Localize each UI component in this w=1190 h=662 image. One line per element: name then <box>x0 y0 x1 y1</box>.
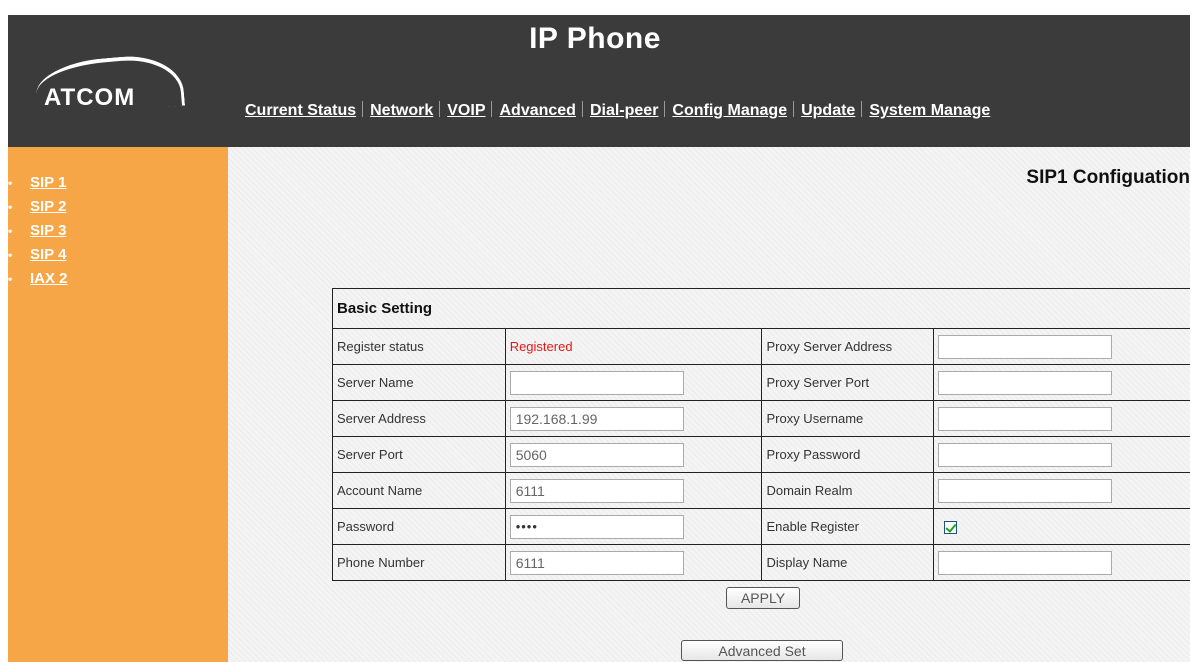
phone-number-label: Phone Number <box>332 544 506 581</box>
server-name-cell <box>504 364 763 401</box>
advanced-set-button[interactable]: Advanced Set <box>681 640 843 661</box>
proxy-server-address-label: Proxy Server Address <box>761 328 935 365</box>
nav-current-status[interactable]: Current Status <box>245 102 356 119</box>
bullet-icon: • <box>8 176 13 190</box>
server-address-label: Server Address <box>332 400 506 437</box>
nav-separator <box>439 101 441 117</box>
top-nav: Current Status Network VOIP Advanced Dial-pe… <box>245 101 990 125</box>
proxy-password-label: Proxy Password <box>761 436 935 473</box>
sidebar-link-sip4[interactable]: SIP 4 <box>30 246 66 263</box>
proxy-server-port-label: Proxy Server Port <box>761 364 935 401</box>
sidebar-item-sip1: • SIP 1 <box>8 171 68 195</box>
nav-separator <box>362 101 364 117</box>
nav-update[interactable]: Update <box>801 102 855 119</box>
display-name-label: Display Name <box>761 544 935 581</box>
bullet-icon: • <box>8 248 13 262</box>
phone-number-cell <box>504 544 763 581</box>
atcom-logo: ATCOM <box>33 51 186 124</box>
password-label: Password <box>332 508 506 545</box>
page-title: IP Phone <box>529 22 661 55</box>
enable-register-cell <box>933 508 1190 545</box>
nav-separator <box>793 101 795 117</box>
nav-network[interactable]: Network <box>370 102 433 119</box>
nav-voip[interactable]: VOIP <box>447 102 485 119</box>
proxy-server-address-input[interactable] <box>938 334 1113 359</box>
server-address-cell <box>504 400 763 437</box>
proxy-server-address-cell <box>933 328 1190 365</box>
proxy-password-input[interactable] <box>938 442 1113 467</box>
domain-realm-label: Domain Realm <box>761 472 935 509</box>
sidebar-link-sip3[interactable]: SIP 3 <box>30 222 66 239</box>
sidebar-link-sip2[interactable]: SIP 2 <box>30 198 66 215</box>
basic-setting-title: Basic Setting <box>332 288 1190 329</box>
nav-separator <box>861 101 863 117</box>
account-name-input[interactable] <box>509 478 684 503</box>
nav-separator <box>491 101 493 117</box>
phone-number-input[interactable] <box>509 550 684 575</box>
server-name-label: Server Name <box>332 364 506 401</box>
password-input[interactable] <box>509 514 684 539</box>
server-port-label: Server Port <box>332 436 506 473</box>
logo-text: ATCOM <box>44 84 136 111</box>
sidebar-link-iax2[interactable]: IAX 2 <box>30 270 68 287</box>
sidebar-item-iax2: • IAX 2 <box>8 267 68 291</box>
server-port-cell <box>504 436 763 473</box>
register-status-value: Registered <box>504 328 763 365</box>
nav-separator <box>664 101 666 117</box>
sidebar-item-sip2: • SIP 2 <box>8 195 68 219</box>
apply-button[interactable]: APPLY <box>726 587 800 609</box>
sidebar-item-sip3: • SIP 3 <box>8 219 68 243</box>
bullet-icon: • <box>8 200 13 214</box>
display-name-cell <box>933 544 1190 581</box>
proxy-server-port-cell <box>933 364 1190 401</box>
enable-register-checkbox[interactable] <box>944 521 958 535</box>
nav-separator <box>581 101 583 117</box>
display-name-input[interactable] <box>938 550 1113 575</box>
section-heading: SIP1 Configuation <box>1026 167 1190 188</box>
password-cell <box>504 508 763 545</box>
server-port-input[interactable] <box>509 442 684 467</box>
nav-config-manage[interactable]: Config Manage <box>672 102 787 119</box>
enable-register-label: Enable Register <box>761 508 935 545</box>
proxy-username-label: Proxy Username <box>761 400 935 437</box>
proxy-username-input[interactable] <box>938 406 1113 431</box>
proxy-password-cell <box>933 436 1190 473</box>
sidebar-link-sip1[interactable]: SIP 1 <box>30 174 66 191</box>
domain-realm-cell <box>933 472 1190 509</box>
domain-realm-input[interactable] <box>938 478 1113 503</box>
basic-setting-table: Basic Setting Register status Registered… <box>332 288 1190 581</box>
sidebar-list: • SIP 1 • SIP 2 • SIP 3 • SIP 4 • IAX 2 <box>8 171 68 291</box>
nav-dial-peer[interactable]: Dial-peer <box>590 102 658 119</box>
account-name-label: Account Name <box>332 472 506 509</box>
account-name-cell <box>504 472 763 509</box>
main-content: SIP1 Configuation Basic Setting Register… <box>228 147 1190 662</box>
proxy-username-cell <box>933 400 1190 437</box>
server-name-input[interactable] <box>509 370 684 395</box>
sidebar-item-sip4: • SIP 4 <box>8 243 68 267</box>
register-status-label: Register status <box>332 328 506 365</box>
nav-advanced[interactable]: Advanced <box>499 102 575 119</box>
nav-system-manage[interactable]: System Manage <box>869 102 990 119</box>
server-address-input[interactable] <box>509 406 684 431</box>
bullet-icon: • <box>8 272 13 286</box>
proxy-server-port-input[interactable] <box>938 370 1113 395</box>
bullet-icon: • <box>8 224 13 238</box>
sidebar: • SIP 1 • SIP 2 • SIP 3 • SIP 4 • IAX 2 <box>8 147 228 662</box>
